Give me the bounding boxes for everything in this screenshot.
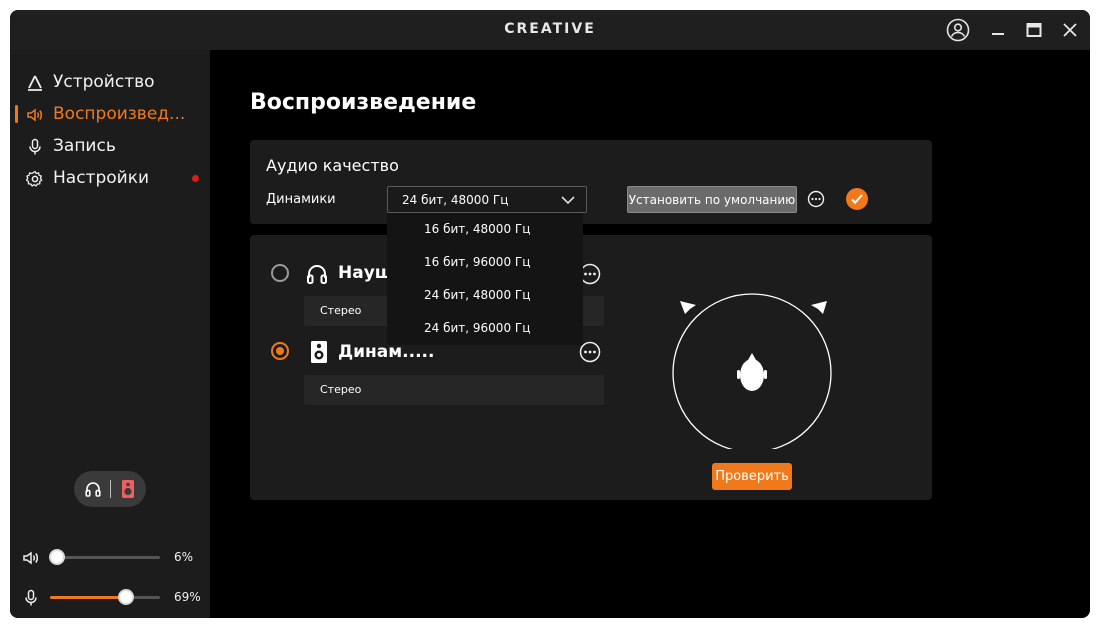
volume-value: 6% (174, 550, 194, 564)
sidebar-item-label: Запись (53, 136, 116, 156)
dropdown-option[interactable]: 16 бит, 48000 Гц (387, 213, 583, 246)
minimize-button[interactable] (984, 16, 1012, 44)
quality-select[interactable]: 24 бит, 48000 Гц (387, 186, 587, 213)
volume-slider[interactable] (48, 549, 160, 565)
device-mode-label: Стерео (320, 383, 362, 396)
headphones-icon (307, 265, 327, 284)
sidebar-item-settings[interactable]: Настройки (10, 163, 210, 193)
sidebar-item-record[interactable]: Запись (10, 131, 210, 161)
close-icon (1063, 23, 1077, 37)
microphone-icon (29, 138, 41, 155)
app-window: CREATIVE Устройство Воспроизвед... Запис… (10, 10, 1090, 618)
dropdown-option-label: 16 бит, 96000 Гц (424, 255, 531, 269)
device-mode: Стерео (304, 375, 604, 405)
device-mode-label: Стерео (320, 304, 362, 317)
device-radio-speakers[interactable] (271, 342, 289, 360)
audio-quality-panel: Аудио качество Динамики 24 бит, 48000 Гц… (250, 140, 932, 224)
sidebar-item-label: Настройки (53, 168, 150, 188)
dropdown-option-label: 24 бит, 48000 Гц (424, 288, 531, 302)
brand-logo: CREATIVE (504, 21, 596, 37)
page-title: Воспроизведение (250, 90, 477, 115)
close-button[interactable] (1056, 16, 1084, 44)
title-bar: CREATIVE (10, 10, 1090, 50)
toggle-divider (110, 480, 111, 498)
dropdown-option[interactable]: 16 бит, 96000 Гц (387, 246, 583, 279)
volume-slider-thumb[interactable] (48, 549, 65, 565)
audio-quality-title: Аудио качество (266, 156, 399, 175)
right-speaker-icon (811, 301, 827, 314)
listener-head-icon (737, 353, 767, 391)
user-icon (946, 18, 970, 42)
microphone-icon (25, 589, 37, 606)
quality-dropdown-menu: 16 бит, 48000 Гц 16 бит, 96000 Гц 24 бит… (387, 213, 583, 345)
devices-panel: Наушн Стерео Динам..... Стерео Проверить (250, 235, 932, 500)
dropdown-option[interactable]: 24 бит, 48000 Гц (387, 279, 583, 312)
device-name: Динам..... (338, 342, 435, 362)
set-default-button[interactable]: Установить по умолчанию (627, 186, 797, 213)
sidebar: Устройство Воспроизвед... Запись Настрой… (10, 50, 210, 618)
active-indicator (15, 105, 18, 123)
sidebar-item-device[interactable]: Устройство (10, 67, 210, 97)
speaker-volume-icon (27, 108, 43, 122)
dropdown-option-label: 16 бит, 48000 Гц (424, 222, 531, 236)
mic-slider-fill (50, 596, 126, 599)
notification-badge (192, 175, 199, 182)
dropdown-option-label: 24 бит, 96000 Гц (424, 321, 531, 335)
dropdown-option[interactable]: 24 бит, 96000 Гц (387, 312, 583, 345)
maximize-icon (1026, 23, 1042, 37)
speaker-icon (122, 480, 134, 498)
sidebar-item-playback[interactable]: Воспроизвед... (10, 99, 210, 129)
minimize-icon (992, 33, 1004, 35)
device-radio-headphones[interactable] (271, 264, 289, 282)
speaker-icon (311, 341, 327, 363)
left-speaker-icon (680, 301, 696, 314)
mic-value: 69% (174, 590, 201, 604)
maximize-button[interactable] (1020, 16, 1048, 44)
chevron-down-icon (561, 196, 575, 205)
output-toggle[interactable] (74, 471, 146, 507)
headphones-icon (85, 482, 101, 497)
volume-slider-row: 6% (10, 546, 210, 570)
speaker-volume-icon (23, 551, 39, 565)
speaker-layout-diagram (672, 293, 832, 449)
sidebar-item-label: Воспроизвед... (53, 104, 186, 124)
quality-select-value: 24 бит, 48000 Гц (402, 193, 509, 207)
speakers-label: Динамики (266, 192, 336, 207)
device-icon (28, 75, 42, 91)
sidebar-item-label: Устройство (53, 72, 155, 92)
mic-slider-row: 69% (10, 586, 210, 610)
checkmark-icon (851, 194, 863, 205)
more-options-icon[interactable] (807, 190, 825, 208)
account-button[interactable] (944, 16, 972, 44)
gear-icon (26, 170, 43, 187)
mic-slider[interactable] (50, 589, 160, 605)
default-check-button[interactable] (846, 188, 868, 210)
mic-slider-thumb[interactable] (117, 589, 134, 605)
test-button[interactable]: Проверить (712, 463, 792, 490)
